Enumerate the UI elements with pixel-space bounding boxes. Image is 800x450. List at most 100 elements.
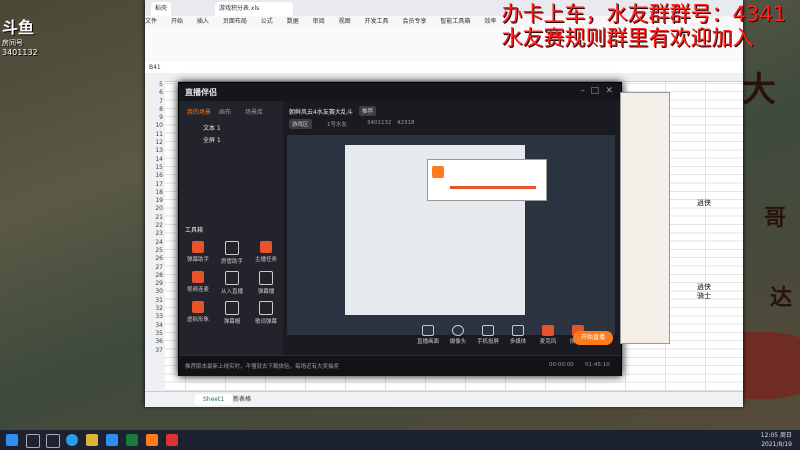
menu-efficiency[interactable]: 效率 [484, 18, 496, 25]
menu-file[interactable]: 文件 [145, 18, 157, 25]
row-number[interactable]: 31 [145, 297, 165, 305]
row-number[interactable]: 11 [145, 131, 165, 139]
ctrl-camera[interactable]: 摄像头 [445, 325, 471, 345]
spreadsheet-app-icon[interactable] [126, 434, 138, 446]
menu-dev[interactable]: 开发工具 [365, 18, 389, 25]
sheet-tab-2[interactable]: 新表格 [225, 394, 259, 405]
media-icon [512, 325, 524, 336]
ctrl-screen[interactable]: 直播画面 [415, 325, 441, 345]
row-number[interactable]: 32 [145, 305, 165, 313]
tool-enter-stream[interactable]: 从入直播 [215, 271, 249, 295]
tool-danmaku-play[interactable]: 弹幕播 [249, 271, 283, 295]
tab-daoke[interactable]: 稻壳 [151, 2, 172, 16]
row-number[interactable]: 14 [145, 156, 165, 164]
ctrl-mic[interactable]: 麦克风 [535, 325, 561, 345]
microphone-icon [542, 325, 554, 336]
app-title-bar: 直播伴侣 ✕ □ – [179, 83, 621, 101]
user-icon [225, 241, 239, 255]
row-number[interactable]: 26 [145, 255, 165, 263]
monitor-icon [422, 325, 434, 336]
minimize-icon[interactable]: – [581, 86, 586, 96]
layer-item-text[interactable]: 文本 1 [203, 123, 221, 132]
row-number[interactable]: 5 [145, 81, 165, 89]
row-number[interactable]: 35 [145, 330, 165, 338]
row-number[interactable]: 18 [145, 189, 165, 197]
stream-tag[interactable]: 推荐 [359, 106, 377, 116]
row-number[interactable]: 23 [145, 230, 165, 238]
nav-tab-scenes[interactable]: 我的场景 [187, 107, 211, 116]
row-number[interactable]: 15 [145, 164, 165, 172]
cell-right-1[interactable]: 逍侠 [697, 198, 711, 208]
menu-view[interactable]: 视图 [339, 18, 351, 25]
row-number[interactable]: 25 [145, 247, 165, 255]
nav-tab-canvas[interactable]: 画布 [219, 107, 231, 116]
nav-tab-library[interactable]: 场景库 [245, 107, 263, 116]
search-icon[interactable] [26, 434, 40, 448]
row-number[interactable]: 24 [145, 239, 165, 247]
side-chat-window[interactable] [620, 92, 670, 344]
row-number[interactable]: 16 [145, 172, 165, 180]
menu-review[interactable]: 审阅 [313, 18, 325, 25]
row-number[interactable]: 7 [145, 98, 165, 106]
bolt-icon [432, 166, 444, 178]
tab-score-sheet[interactable]: 游戏积分表.xls [215, 2, 293, 16]
stream-preview[interactable] [287, 135, 615, 335]
tool-room-manager[interactable]: 房管助手 [215, 241, 249, 265]
tool-avatar[interactable]: 虚拟形象 [181, 301, 215, 323]
like-count: 42318 [397, 120, 415, 126]
row-number[interactable]: 34 [145, 322, 165, 330]
row-number[interactable]: 19 [145, 197, 165, 205]
menu-start[interactable]: 开始 [171, 18, 183, 25]
cell-right-3[interactable]: 骑士 [697, 291, 711, 301]
close-icon[interactable]: ✕ [605, 86, 613, 96]
row-number[interactable]: 28 [145, 272, 165, 280]
start-icon[interactable] [6, 434, 18, 446]
avatar-icon [192, 301, 204, 313]
row-number[interactable]: 6 [145, 89, 165, 97]
row-number[interactable]: 12 [145, 139, 165, 147]
timer-1: 00:00:00 [549, 362, 574, 368]
maximize-icon[interactable]: □ [590, 86, 599, 96]
ctrl-media[interactable]: 多媒体 [505, 325, 531, 345]
tool-lyrics[interactable]: 歌词弹幕 [249, 301, 283, 325]
row-number[interactable]: 20 [145, 205, 165, 213]
tool-tasks[interactable]: 主播任务 [249, 241, 283, 263]
row-number[interactable]: 10 [145, 122, 165, 130]
row-number[interactable]: 30 [145, 288, 165, 296]
row-number[interactable]: 37 [145, 347, 165, 355]
row-number[interactable]: 22 [145, 222, 165, 230]
row-number[interactable]: 29 [145, 280, 165, 288]
stream-app-icon[interactable] [146, 434, 158, 446]
menu-vip[interactable]: 会员专享 [402, 18, 426, 25]
tool-danmaku-hat[interactable]: 弹幕帽 [215, 301, 249, 325]
menu-tools[interactable]: 智能工具箱 [440, 18, 470, 25]
menu-insert[interactable]: 插入 [197, 18, 209, 25]
row-number[interactable]: 9 [145, 114, 165, 122]
menu-data[interactable]: 数据 [287, 18, 299, 25]
category-badge[interactable]: 游戏区 [289, 119, 312, 129]
layer-item-fullscreen[interactable]: 全屏 1 [203, 135, 221, 144]
row-number[interactable]: 17 [145, 181, 165, 189]
viewer-count: 3401132 [367, 120, 392, 126]
row-number[interactable]: 36 [145, 338, 165, 346]
game-app-icon[interactable] [166, 434, 178, 446]
task-view-icon[interactable] [46, 434, 60, 448]
row-number[interactable]: 8 [145, 106, 165, 114]
clock[interactable]: 12:05 周日 2021/8/19 [761, 431, 792, 449]
row-number[interactable]: 33 [145, 313, 165, 321]
row-number[interactable]: 27 [145, 264, 165, 272]
stream-title[interactable]: 朝鲜风云4水友赛大乱斗 [289, 107, 353, 116]
row-number[interactable]: 21 [145, 214, 165, 222]
tool-danmaku[interactable]: 弹幕助手 [181, 241, 215, 263]
row-number[interactable]: 13 [145, 147, 165, 155]
edge-icon[interactable] [66, 434, 78, 446]
folder-icon[interactable] [86, 434, 98, 446]
tool-video-link[interactable]: 视频连麦 [181, 271, 215, 293]
menu-formula[interactable]: 公式 [261, 18, 273, 25]
menu-layout[interactable]: 页面布局 [223, 18, 247, 25]
ctrl-phone[interactable]: 手机投屏 [475, 325, 501, 345]
app-title: 直播伴侣 [185, 88, 217, 97]
start-live-button[interactable]: 开始直播 [573, 331, 613, 345]
app-icon-1[interactable] [106, 434, 118, 446]
app-main-area: 朝鲜风云4水友赛大乱斗 推荐 游戏区 1号水友 3401132 42318 直播… [283, 101, 621, 355]
